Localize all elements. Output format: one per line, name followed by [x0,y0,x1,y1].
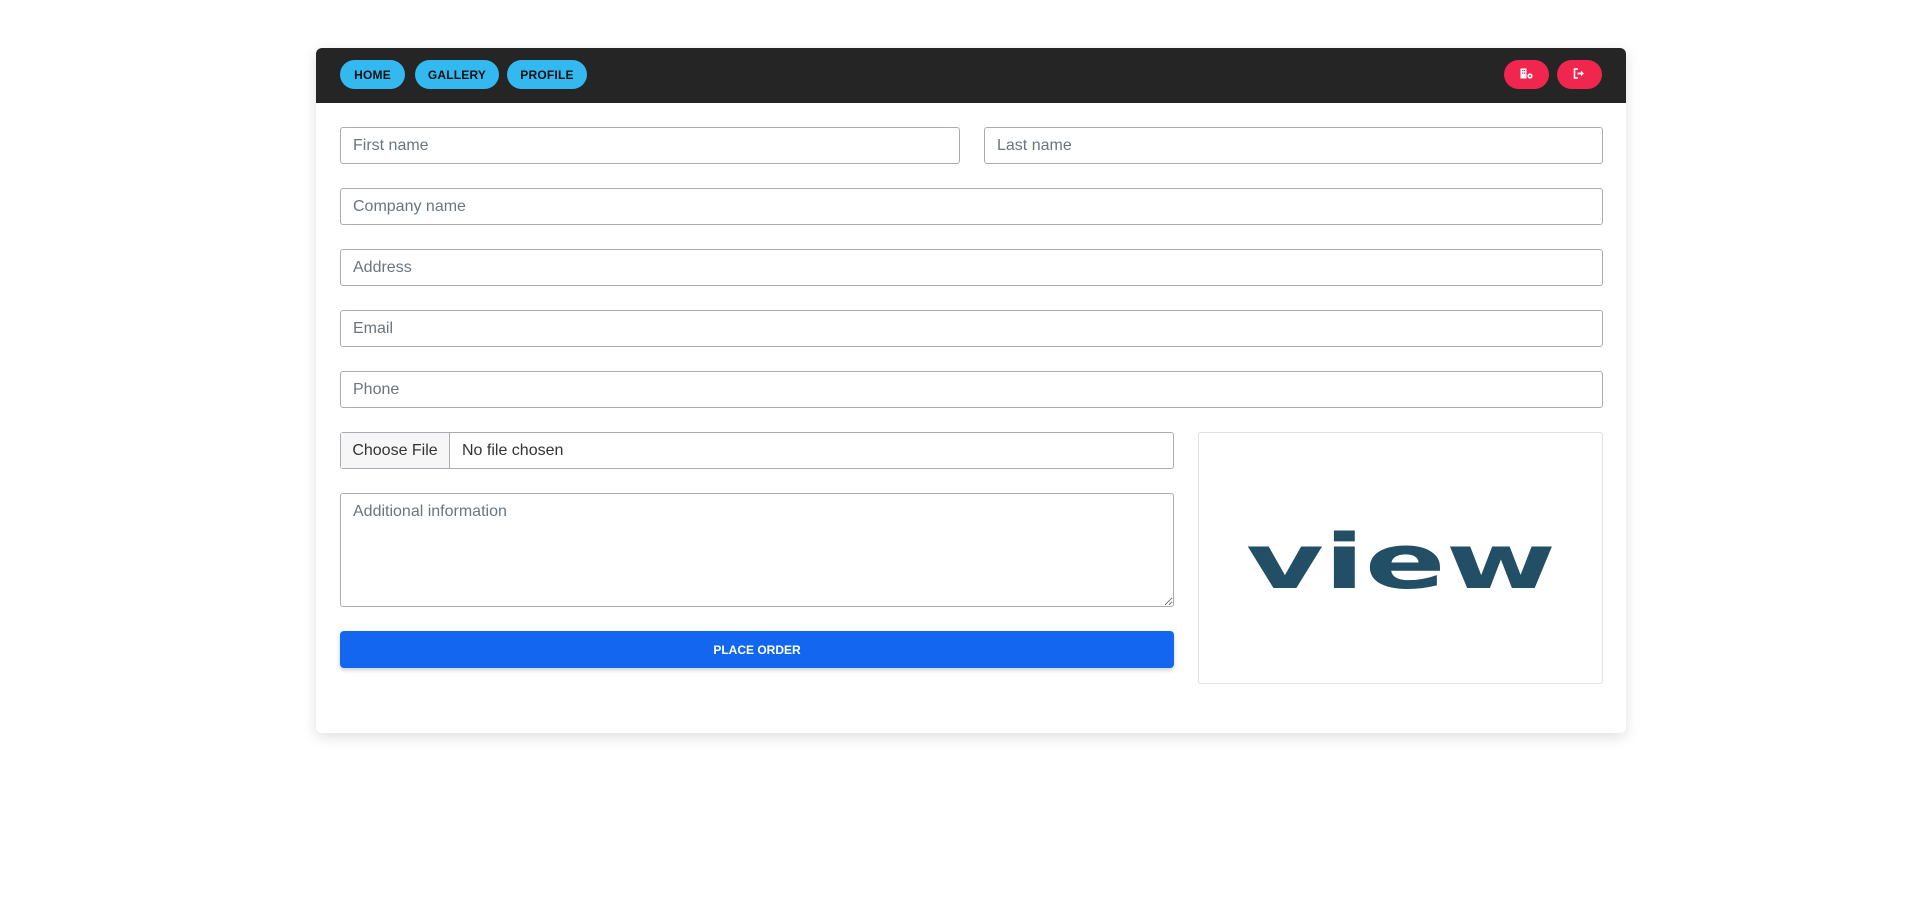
choose-file-button[interactable]: Choose File [341,433,450,468]
address-input[interactable] [340,249,1603,286]
svg-text:view: view [1246,518,1556,598]
nav-home-button[interactable]: HOME [340,60,405,89]
additional-info-textarea[interactable] [340,493,1174,607]
phone-input[interactable] [340,371,1603,408]
sign-out-icon [1573,66,1586,84]
nav-gallery-button[interactable]: GALLERY [415,60,499,89]
file-input[interactable]: Choose File No file chosen [340,432,1174,469]
place-order-button[interactable]: PLACE ORDER [340,631,1174,668]
order-form-card: HOME GALLERY PROFILE First name Last nam… [316,48,1626,733]
image-preview: view [1198,432,1603,684]
orders-button[interactable] [1504,60,1549,89]
email-input[interactable] [340,310,1603,347]
first-name-input[interactable] [340,127,960,164]
company-name-input[interactable] [340,188,1603,225]
last-name-input[interactable] [984,127,1603,164]
logout-button[interactable] [1557,60,1602,89]
view-logo: view [1246,518,1556,598]
building-icon [1520,66,1533,84]
nav-profile-button[interactable]: PROFILE [507,60,587,89]
navbar: HOME GALLERY PROFILE [316,48,1626,103]
file-status-text: No file chosen [462,441,564,459]
